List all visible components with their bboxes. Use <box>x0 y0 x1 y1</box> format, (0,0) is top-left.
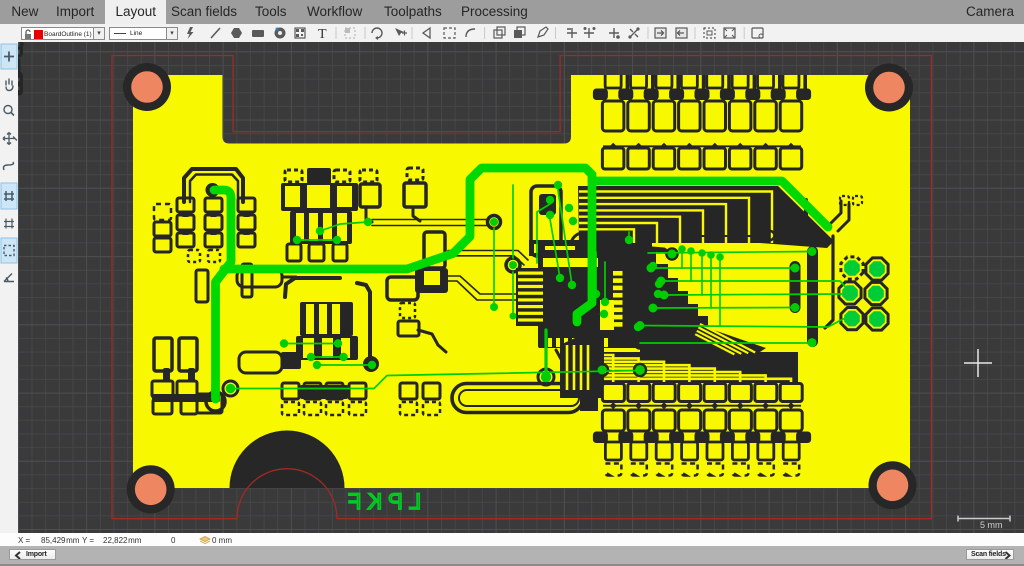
svg-text:LPKF: LPKF <box>342 489 421 514</box>
svg-text:5 mm: 5 mm <box>980 520 1003 530</box>
svg-text:T: T <box>318 27 327 42</box>
